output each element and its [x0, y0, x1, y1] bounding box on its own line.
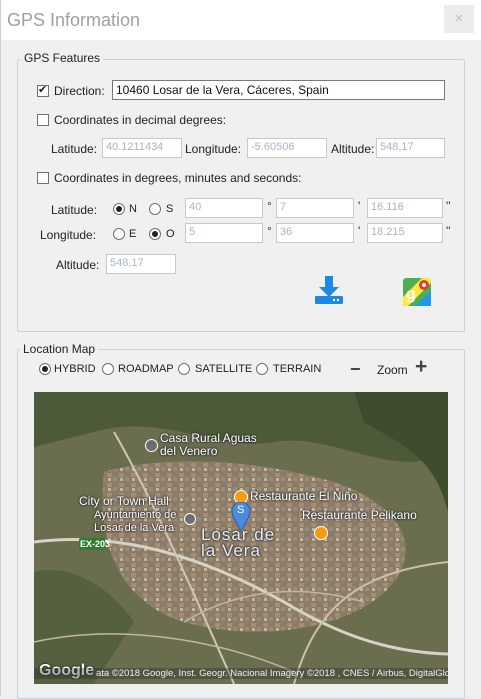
latitude-degrees-field[interactable]: 40 — [185, 198, 263, 218]
window-title: GPS Information — [7, 10, 141, 30]
decimal-altitude-label: Altitude: — [331, 142, 375, 156]
map-marker-icon[interactable]: S — [231, 501, 251, 533]
longitude-e-label: E — [129, 228, 137, 240]
poi-icon — [184, 513, 196, 525]
decimal-latitude-field[interactable]: 40.1211434 — [102, 138, 182, 158]
dms-label: Coordinates in degrees, minutes and seco… — [54, 171, 302, 185]
dms-checkbox[interactable] — [37, 172, 49, 184]
second-symbol: '' — [446, 199, 451, 213]
download-icon[interactable] — [313, 274, 345, 306]
longitude-degrees-field[interactable]: 5 — [185, 223, 263, 243]
latitude-n-radio[interactable] — [113, 203, 125, 215]
direction-label: Direction: — [54, 84, 105, 98]
satellite-radio[interactable] — [178, 363, 190, 375]
latitude-s-label: S — [166, 203, 174, 215]
restaurante-el-nino-label: Restaurante El Niño — [250, 489, 358, 503]
decimal-latitude-label: Latitude: — [51, 142, 98, 156]
latitude-minutes-field[interactable]: 7 — [276, 198, 354, 218]
latitude-n-label: N — [129, 203, 137, 215]
dms-altitude-label: Altitude: — [56, 258, 100, 272]
satellite-label: SATELLITE — [195, 363, 253, 375]
poi-icon — [145, 439, 158, 452]
city-hall-label: City or Town Hall — [79, 494, 169, 508]
roadmap-radio[interactable] — [102, 363, 114, 375]
dms-latitude-label: Latitude: — [51, 203, 98, 217]
gps-features-legend: GPS Features — [21, 51, 104, 65]
longitude-seconds-field[interactable]: 18.215 — [367, 223, 443, 243]
latitude-s-radio[interactable] — [149, 203, 161, 215]
minute-symbol: ' — [358, 224, 361, 238]
zoom-label: Zoom — [377, 363, 408, 377]
decimal-longitude-label: Longitude: — [185, 142, 242, 156]
marker-letter: S — [237, 504, 245, 516]
restaurant-icon — [314, 526, 328, 540]
minute-symbol: ' — [358, 199, 361, 213]
zoom-out-icon[interactable]: − — [350, 359, 361, 380]
casa-rural-label: Casa Rural Aguas del Venero — [160, 431, 257, 458]
svg-text:g: g — [406, 286, 416, 303]
ayuntamiento-label: Ayuntamiento de Losar de la Vera — [94, 509, 177, 534]
degree-symbol: ° — [267, 199, 272, 213]
road-label: EX-203 — [80, 539, 111, 549]
roadmap-label: ROADMAP — [118, 363, 174, 375]
degree-symbol: ° — [267, 224, 272, 238]
satellite-map[interactable]: EX-203 Casa Rural Aguas del Venero City … — [34, 392, 448, 684]
decimal-longitude-field[interactable]: -5.60506 — [247, 138, 327, 158]
close-button[interactable]: × — [444, 5, 474, 33]
direction-checkbox[interactable] — [37, 83, 49, 97]
direction-field[interactable]: 10460 Losar de la Vera, Cáceres, Spain — [112, 80, 445, 100]
google-maps-icon[interactable]: g — [402, 277, 432, 307]
decimal-checkbox[interactable] — [37, 114, 49, 126]
map-attribution: ata ©2018 Google, Inst. Geogr. Nacional … — [34, 668, 448, 679]
longitude-minutes-field[interactable]: 36 — [276, 223, 354, 243]
dms-altitude-field[interactable]: 548,17 — [106, 254, 176, 274]
hybrid-radio[interactable] — [39, 363, 51, 375]
longitude-o-label: O — [166, 228, 175, 240]
zoom-in-icon[interactable]: + — [415, 355, 427, 379]
second-symbol: '' — [446, 224, 451, 238]
terrain-label: TERRAIN — [273, 363, 322, 375]
title-bar: GPS Information × — [1, 0, 481, 40]
gps-information-window: GPS Information × GPS Features Direction… — [0, 0, 481, 699]
latitude-seconds-field[interactable]: 16.116 — [367, 198, 443, 218]
hybrid-label: HYBRID — [54, 363, 96, 375]
decimal-altitude-field[interactable]: 548,17 — [376, 138, 445, 158]
restaurante-pelikano-label: Restaurante Pelikano — [302, 508, 417, 522]
decimal-label: Coordinates in decimal degrees: — [54, 113, 227, 127]
longitude-o-radio[interactable] — [149, 228, 161, 240]
longitude-e-radio[interactable] — [113, 228, 125, 240]
terrain-radio[interactable] — [256, 363, 268, 375]
location-map-legend: Location Map — [20, 342, 99, 356]
dms-longitude-label: Longitude: — [40, 228, 97, 242]
